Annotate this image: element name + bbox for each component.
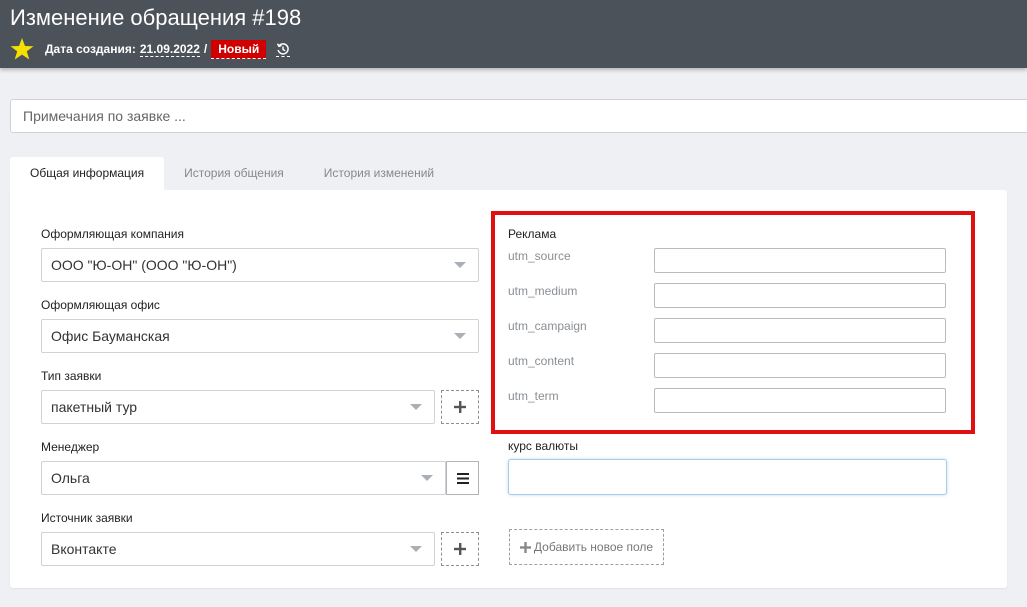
source-value: Вконтакте [51,541,117,557]
chevron-down-icon [454,333,466,339]
status-badge[interactable]: Новый [211,39,267,59]
chevron-down-icon [410,404,422,410]
request-type-select[interactable]: пакетный тур [41,390,435,424]
office-value: Офис Бауманская [51,328,170,344]
tab-change-history[interactable]: История изменений [304,157,454,190]
page-title: Изменение обращения #198 [10,5,302,30]
currency-rate-input[interactable] [508,459,947,495]
chevron-down-icon [421,475,433,481]
notes-input[interactable] [10,99,1027,133]
manager-value: Ольга [51,470,90,486]
meta-separator: / [203,42,208,56]
currency-rate-label: курс валюты [508,439,579,453]
ads-title: Реклама [508,227,557,241]
manager-list-button[interactable] [446,461,479,495]
utm-term-label: utm_term [508,389,559,403]
utm-campaign-label: utm_campaign [508,319,587,333]
tab-bar: Общая информация История общения История… [10,157,454,190]
office-select[interactable]: Офис Бауманская [41,319,479,353]
created-label: Дата создания: [45,42,136,56]
utm-source-input[interactable] [654,248,946,273]
add-request-type-button[interactable] [441,390,479,424]
source-select[interactable]: Вконтакте [41,532,435,566]
created-date[interactable]: 21.09.2022 [139,42,200,57]
utm-campaign-input[interactable] [654,318,946,343]
company-label: Оформляющая компания [41,227,184,241]
utm-content-label: utm_content [508,354,575,368]
add-new-field-label: Добавить новое поле [533,540,654,554]
star-icon[interactable] [10,38,34,60]
utm-content-input[interactable] [654,353,946,378]
source-label: Источник заявки [41,511,133,525]
header-bar: Изменение обращения #198 Дата создания: … [0,0,1027,68]
plus-icon [454,401,466,413]
header-meta: Дата создания: 21.09.2022 / Новый [10,38,291,60]
manager-select[interactable]: Ольга [41,461,446,495]
tab-communication-history[interactable]: История общения [164,157,304,190]
add-source-button[interactable] [441,532,479,566]
plus-icon [454,543,466,555]
request-type-value: пакетный тур [51,399,138,415]
tab-general-info[interactable]: Общая информация [10,157,165,190]
request-type-label: Тип заявки [41,369,102,383]
company-select[interactable]: ООО "Ю-ОН" (ООО "Ю-ОН") [41,248,479,282]
utm-medium-input[interactable] [654,283,946,308]
chevron-down-icon [454,262,466,268]
utm-term-input[interactable] [654,388,946,413]
list-icon [456,472,469,484]
plus-icon [519,541,531,553]
chevron-down-icon [410,546,422,552]
utm-source-label: utm_source [508,249,571,263]
office-label: Оформляющая офис [41,298,160,312]
company-value: ООО "Ю-ОН" (ООО "Ю-ОН") [51,257,237,273]
utm-medium-label: utm_medium [508,284,578,298]
manager-label: Менеджер [41,440,100,454]
add-new-field-button[interactable]: Добавить новое поле [509,529,664,565]
history-icon[interactable] [276,41,291,57]
